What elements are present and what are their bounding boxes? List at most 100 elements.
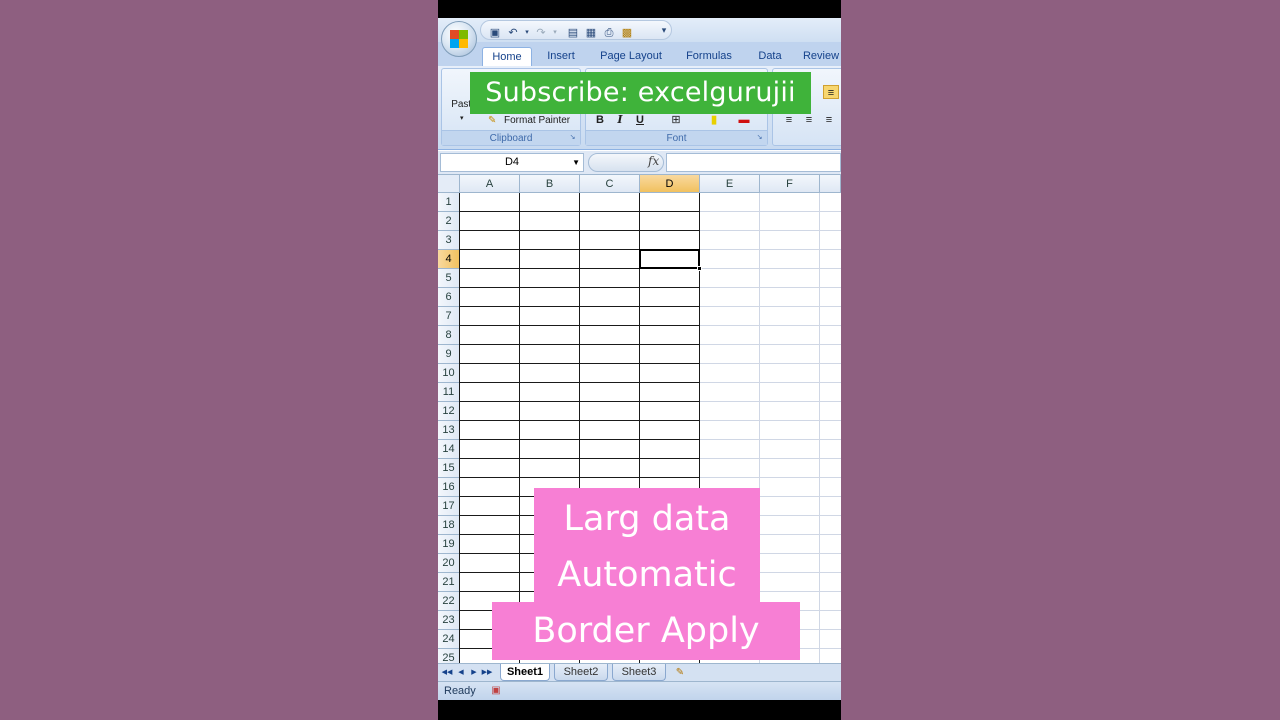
status-bar: Ready ▣ — [438, 681, 841, 700]
caption-line-1: Larg data — [534, 488, 760, 546]
tab-insert[interactable]: Insert — [538, 47, 584, 66]
fill-handle[interactable] — [697, 266, 702, 271]
print-icon[interactable]: ⎙ — [601, 25, 617, 41]
font-group-label: Font — [586, 130, 767, 145]
row-header-13[interactable]: 13 — [438, 421, 460, 440]
row-header-8[interactable]: 8 — [438, 326, 460, 345]
row-header-3[interactable]: 3 — [438, 231, 460, 250]
italic-button[interactable]: I — [612, 113, 628, 127]
clipboard-group-label: Clipboard — [442, 130, 580, 145]
row-header-12[interactable]: 12 — [438, 402, 460, 421]
border-horizontal — [460, 439, 700, 440]
column-header-c[interactable]: C — [580, 175, 640, 193]
row-header-21[interactable]: 21 — [438, 573, 460, 592]
name-box-dropdown-icon[interactable]: ▼ — [572, 154, 580, 171]
ribbon-tabs: Home Insert Page Layout Formulas Data Re… — [438, 42, 841, 66]
column-header-partial[interactable] — [820, 175, 841, 193]
border-horizontal — [460, 306, 700, 307]
format-painter-button[interactable]: Format Painter — [504, 113, 582, 129]
chart-icon[interactable]: ▩ — [619, 25, 635, 41]
row-header-5[interactable]: 5 — [438, 269, 460, 288]
sheet-tab-sheet1[interactable]: Sheet1 — [500, 664, 550, 681]
redo-dropdown-icon[interactable]: ▾ — [547, 25, 563, 41]
border-horizontal — [460, 420, 700, 421]
wrap-text-icon[interactable]: ≡ — [823, 85, 839, 99]
row-header-10[interactable]: 10 — [438, 364, 460, 383]
status-text: Ready — [444, 685, 476, 697]
fill-color-icon[interactable]: ▮ — [706, 113, 722, 127]
align-right-icon[interactable]: ≡ — [821, 113, 837, 127]
prev-sheet-icon[interactable]: ◀ — [455, 667, 467, 679]
sheet-tab-sheet3[interactable]: Sheet3 — [612, 664, 666, 681]
border-horizontal — [460, 211, 700, 212]
font-launcher-icon[interactable]: ↘ — [755, 133, 764, 142]
office-button[interactable] — [441, 21, 477, 57]
column-header-e[interactable]: E — [700, 175, 760, 193]
row-header-17[interactable]: 17 — [438, 497, 460, 516]
row-header-16[interactable]: 16 — [438, 478, 460, 497]
column-header-a[interactable]: A — [460, 175, 520, 193]
border-horizontal — [460, 230, 700, 231]
border-horizontal — [460, 344, 700, 345]
insert-function-button[interactable]: fx — [648, 154, 659, 168]
align-left-icon[interactable]: ≡ — [781, 113, 797, 127]
row-header-11[interactable]: 11 — [438, 383, 460, 402]
first-sheet-icon[interactable]: ◀◀ — [441, 667, 453, 679]
clipboard-launcher-icon[interactable]: ↘ — [568, 133, 577, 142]
border-horizontal — [460, 363, 700, 364]
next-sheet-icon[interactable]: ▶ — [468, 667, 480, 679]
print-preview-icon[interactable]: ▤ — [565, 25, 581, 41]
macro-recording-icon[interactable]: ▣ — [488, 684, 504, 698]
name-box[interactable]: D4 ▼ — [440, 153, 584, 172]
tab-data[interactable]: Data — [752, 47, 788, 66]
bold-button[interactable]: B — [592, 113, 608, 127]
row-header-14[interactable]: 14 — [438, 440, 460, 459]
tab-page-layout[interactable]: Page Layout — [594, 47, 668, 66]
gridline-vertical — [819, 193, 820, 663]
row-header-2[interactable]: 2 — [438, 212, 460, 231]
border-horizontal — [460, 382, 700, 383]
tab-formulas[interactable]: Formulas — [676, 47, 742, 66]
row-header-4[interactable]: 4 — [438, 250, 460, 269]
column-header-b[interactable]: B — [520, 175, 580, 193]
row-header-20[interactable]: 20 — [438, 554, 460, 573]
row-header-24[interactable]: 24 — [438, 630, 460, 649]
row-header-7[interactable]: 7 — [438, 307, 460, 326]
font-color-icon[interactable]: ▬ — [736, 113, 752, 127]
row-header-9[interactable]: 9 — [438, 345, 460, 364]
format-painter-icon: ✎ — [488, 115, 497, 126]
formula-input[interactable] — [666, 153, 841, 172]
row-header-6[interactable]: 6 — [438, 288, 460, 307]
title-bar: ▣ ↶ ▾ ↷ ▾ ▤ ▦ ⎙ ▩ ▾ — [438, 18, 841, 42]
tab-home[interactable]: Home — [482, 47, 532, 66]
row-header-15[interactable]: 15 — [438, 459, 460, 478]
page-setup-icon[interactable]: ▦ — [583, 25, 599, 41]
border-horizontal — [460, 477, 700, 478]
formula-bar: D4 ▼ fx — [438, 151, 841, 175]
last-sheet-icon[interactable]: ▶▶ — [481, 667, 493, 679]
customize-qat-icon[interactable]: ▾ — [656, 22, 672, 38]
insert-sheet-icon[interactable]: ✎ — [671, 665, 689, 680]
caption-line-3: Border Apply — [492, 602, 800, 660]
tab-review[interactable]: Review — [798, 47, 841, 66]
save-icon[interactable]: ▣ — [487, 25, 503, 41]
border-horizontal — [460, 458, 700, 459]
row-header-1[interactable]: 1 — [438, 193, 460, 212]
borders-icon[interactable]: ⊞ — [668, 113, 684, 127]
underline-button[interactable]: U — [632, 113, 648, 127]
border-horizontal — [460, 325, 700, 326]
border-horizontal — [460, 401, 700, 402]
sheet-tab-sheet2[interactable]: Sheet2 — [554, 664, 608, 681]
active-cell-outline[interactable] — [639, 249, 700, 269]
subscribe-banner: Subscribe: excelgurujii — [470, 72, 811, 114]
row-header-23[interactable]: 23 — [438, 611, 460, 630]
column-header-d[interactable]: D — [640, 175, 700, 193]
row-header-22[interactable]: 22 — [438, 592, 460, 611]
paste-dropdown-icon[interactable]: ▾ — [460, 111, 470, 127]
border-horizontal — [460, 287, 700, 288]
row-header-18[interactable]: 18 — [438, 516, 460, 535]
column-header-f[interactable]: F — [760, 175, 820, 193]
row-header-19[interactable]: 19 — [438, 535, 460, 554]
align-center-icon[interactable]: ≡ — [801, 113, 817, 127]
select-all-button[interactable] — [438, 175, 460, 193]
